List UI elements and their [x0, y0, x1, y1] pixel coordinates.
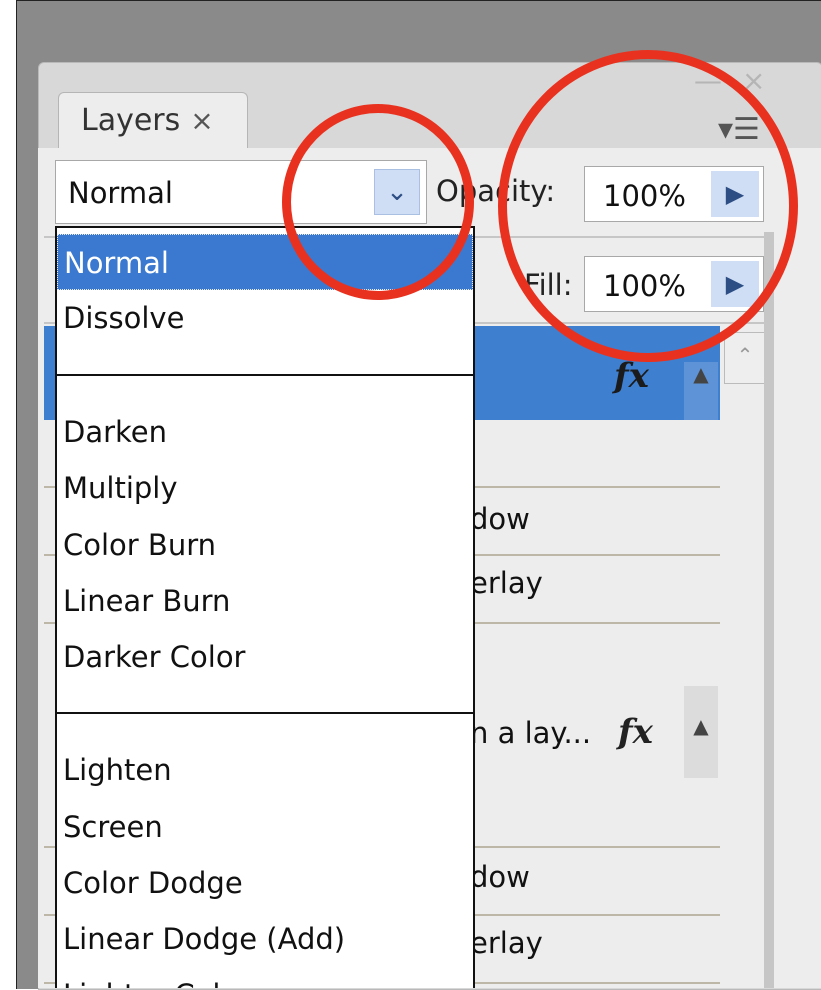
blend-option-darker-color[interactable]: Darker Color — [57, 629, 473, 685]
layer-effect-row[interactable]: dow — [470, 860, 530, 894]
layer-effect-row[interactable]: erlay — [470, 566, 543, 600]
tab-close-icon[interactable]: × — [190, 104, 213, 137]
layer-row[interactable]: n a lay... — [470, 716, 591, 750]
blend-option-color-burn[interactable]: Color Burn — [57, 517, 473, 573]
layer-effect-row[interactable]: erlay — [470, 926, 543, 960]
blend-option-dissolve[interactable]: Dissolve — [57, 290, 473, 346]
blend-option-lighter-color[interactable]: Lighter Color — [57, 967, 473, 988]
layer-effect-row[interactable]: dow — [470, 502, 530, 536]
menu-separator — [57, 374, 473, 376]
blend-option-screen[interactable]: Screen — [57, 799, 473, 855]
annotation-circle-dropdown — [282, 104, 474, 300]
blend-mode-dropdown: Normal Dissolve Darken Multiply Color Bu… — [55, 226, 475, 988]
fx-icon: fx — [618, 712, 653, 752]
expand-up-icon[interactable]: ▲ — [684, 686, 718, 778]
blend-option-multiply[interactable]: Multiply — [57, 460, 473, 516]
blend-option-darken[interactable]: Darken — [57, 404, 473, 460]
blend-option-color-dodge[interactable]: Color Dodge — [57, 855, 473, 911]
fx-icon: fx — [614, 356, 649, 396]
blend-option-linear-dodge[interactable]: Linear Dodge (Add) — [57, 911, 473, 967]
blend-mode-value: Normal — [68, 176, 173, 210]
blend-option-lighten[interactable]: Lighten — [57, 742, 473, 798]
tab-layers[interactable]: Layers × — [58, 92, 248, 148]
expand-up-icon[interactable]: ▲ — [684, 362, 718, 420]
blend-option-linear-burn[interactable]: Linear Burn — [57, 573, 473, 629]
annotation-circle-opacity — [498, 50, 798, 362]
tab-label: Layers — [81, 103, 181, 138]
panel-right-edge — [764, 232, 774, 988]
menu-separator — [57, 712, 473, 714]
scrollbar-up-arrow[interactable]: ⌃ — [724, 332, 766, 384]
